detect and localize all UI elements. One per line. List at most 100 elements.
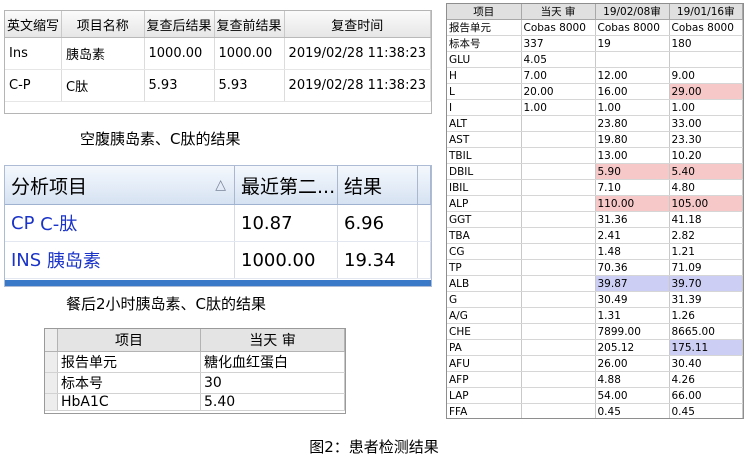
table-row[interactable]: TBIL 13.00 10.20 (447, 147, 743, 164)
cell-value: 4.26 (669, 371, 743, 388)
table-row[interactable]: HbA1C 5.40 (45, 393, 345, 411)
col-header-next[interactable] (418, 166, 431, 204)
table-row[interactable]: CP C-肽 10.87 6.96 (5, 205, 431, 242)
table-row[interactable]: H 7.00 12.00 9.00 (447, 67, 743, 84)
cell-value (521, 355, 596, 372)
cell-value (521, 179, 596, 196)
cell-item: IBIL (447, 179, 522, 196)
figure-caption: 图2：患者检测结果 (309, 438, 439, 456)
cell-result: 19.34 (338, 242, 418, 278)
cell-item: 报告单元 (447, 19, 522, 36)
cell-value: 1.00 (521, 99, 596, 116)
cell-value: Cobas 8000 (521, 19, 596, 36)
table-row[interactable]: 标本号 30 (45, 372, 345, 394)
table-row[interactable]: CHE 7899.00 8665.00 (447, 323, 743, 340)
cell-value (521, 371, 596, 388)
table-row[interactable]: INS 胰岛素 1000.00 19.34 (5, 242, 431, 279)
table-row[interactable]: I 1.00 1.00 1.00 (447, 99, 743, 116)
col-header-item[interactable]: 项目 (57, 329, 201, 352)
cell-item-name: C-肽 (40, 214, 78, 235)
table-row[interactable]: G 30.49 31.39 (447, 291, 743, 308)
table-row[interactable]: AFU 26.00 30.40 (447, 355, 743, 372)
cell-value: 12.00 (595, 67, 670, 84)
cell-value: 19 (595, 35, 670, 52)
cell-value (521, 115, 596, 132)
table-row[interactable]: C-P C肽 5.93 5.93 2019/02/28 11:38:23 (5, 69, 432, 102)
cell-value: 4.05 (521, 51, 596, 68)
cell-value: 175.11 (669, 339, 743, 356)
cell-abbr: Ins (5, 37, 63, 70)
table-row[interactable]: 报告单元 Cobas 8000 Cobas 8000 Cobas 8000 (447, 19, 743, 36)
table-row[interactable]: ALP 110.00 105.00 (447, 195, 743, 212)
liver-function-results-panel: 项目 当天 审 19/02/08审 19/01/16审 报告单元 Cobas 80… (446, 3, 744, 419)
table-row[interactable]: TBA 2.41 2.82 (447, 227, 743, 244)
col-header-second-recent[interactable]: 最近第二... (235, 166, 338, 204)
table-row[interactable]: GGT 31.36 41.18 (447, 211, 743, 228)
table-row[interactable]: 标本号 337 19 180 (447, 35, 743, 52)
col-header-after-recheck[interactable]: 复查后结果 (144, 11, 215, 38)
col-header-item[interactable]: 项目 (447, 4, 522, 20)
cell-value: 1.00 (669, 99, 743, 116)
cell-item: PA (447, 339, 522, 356)
cell-value: 5.40 (669, 163, 743, 180)
table-row[interactable]: ALT 23.80 33.00 (447, 115, 743, 132)
col-header-analysis-item[interactable]: 分析项目 △ (5, 166, 235, 204)
cell-item: 标本号 (447, 35, 522, 52)
table-row[interactable]: GLU 4.05 (447, 51, 743, 68)
table-row[interactable]: FFA 0.45 0.45 (447, 403, 743, 418)
cell-value (521, 275, 596, 292)
table-row[interactable]: AST 19.80 23.30 (447, 131, 743, 148)
horizontal-scrollbar[interactable] (5, 280, 431, 286)
cell-code: CP (11, 212, 35, 234)
col-header-item-name[interactable]: 项目名称 (61, 11, 145, 38)
col-header-date-1[interactable]: 19/02/08审 (595, 4, 670, 20)
cell-value: 1.31 (595, 307, 670, 324)
cell-value: 2.82 (669, 227, 743, 244)
table-row[interactable]: IBIL 7.10 4.80 (447, 179, 743, 196)
cell-value: 16.00 (595, 83, 670, 100)
cell-item: 标本号 (57, 372, 201, 394)
table-row[interactable]: ALB 39.87 39.70 (447, 275, 743, 292)
cell-value: 30.49 (595, 291, 670, 308)
col-header-today[interactable]: 当天 审 (521, 4, 596, 20)
cell-value: 19.80 (595, 131, 670, 148)
cell-value: 110.00 (595, 195, 670, 212)
table-row[interactable]: DBIL 5.90 5.40 (447, 163, 743, 180)
cell-value: 糖化血红蛋白 (200, 351, 345, 373)
table-row[interactable]: 报告单元 糖化血红蛋白 (45, 351, 345, 373)
cell-abbr: C-P (5, 69, 63, 102)
cell-value (595, 51, 670, 68)
table-row[interactable]: L 20.00 16.00 29.00 (447, 83, 743, 100)
cell-value: 4.80 (669, 179, 743, 196)
col-header-recheck-time[interactable]: 复查时间 (284, 11, 432, 38)
table-row[interactable]: PA 205.12 175.11 (447, 339, 743, 356)
cell-second-recent: 1000.00 (235, 242, 338, 278)
col-header-date-2[interactable]: 19/01/16审 (669, 4, 743, 20)
table-row[interactable]: CG 1.48 1.21 (447, 243, 743, 260)
table-row[interactable]: LAP 54.00 66.00 (447, 387, 743, 404)
sort-triangle-icon[interactable]: △ (215, 177, 226, 193)
cell-value (521, 163, 596, 180)
col-header-today[interactable]: 当天 审 (200, 329, 345, 352)
liver-function-results-table: 项目 当天 审 19/02/08审 19/01/16审 报告单元 Cobas 80… (447, 4, 743, 418)
cell-value: 33.00 (669, 115, 743, 132)
cell-value (521, 131, 596, 148)
table-row[interactable]: AFP 4.88 4.26 (447, 371, 743, 388)
col-header-result[interactable]: 结果 (338, 166, 418, 204)
cell-value (521, 291, 596, 308)
cell-item: LAP (447, 387, 522, 404)
cell-value: 1.48 (595, 243, 670, 260)
col-header-abbr[interactable]: 英文缩写 (5, 11, 63, 38)
table-row[interactable]: A/G 1.31 1.26 (447, 307, 743, 324)
table-row[interactable]: Ins 胰岛素 1000.00 1000.00 2019/02/28 11:38… (5, 37, 432, 70)
cell-value: 1.26 (669, 307, 743, 324)
table-row[interactable]: TP 70.36 71.09 (447, 259, 743, 276)
cell-item: TBA (447, 227, 522, 244)
cell-value: 7899.00 (595, 323, 670, 340)
cell-value (521, 147, 596, 164)
cell-item: GGT (447, 211, 522, 228)
cell-value: 39.70 (669, 275, 743, 292)
col-header-before-recheck[interactable]: 复查前结果 (214, 11, 285, 38)
cell-value (669, 51, 743, 68)
cell-after-recheck: 5.93 (144, 69, 215, 102)
